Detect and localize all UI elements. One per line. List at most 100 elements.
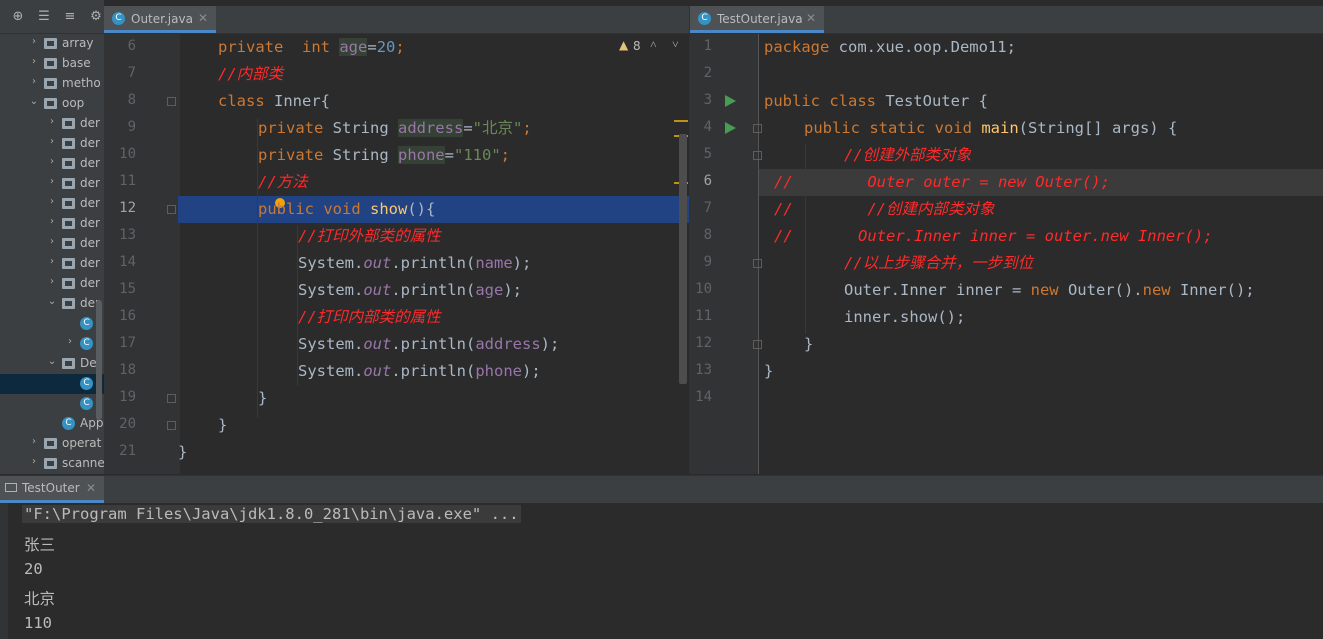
warning-icon[interactable]: ▲ <box>619 38 628 52</box>
code-line: public static void main(String[] args) { <box>804 119 1178 137</box>
line-number: 3 <box>703 92 712 108</box>
tree-item[interactable]: C <box>0 374 104 394</box>
tree-item[interactable]: ⌄ der <box>0 294 104 314</box>
tree-item-label: oop <box>62 96 85 110</box>
java-class-icon: C <box>698 12 711 25</box>
chevron-right-icon[interactable]: › <box>65 336 75 347</box>
tree-item[interactable]: › der <box>0 174 104 194</box>
tree-item[interactable]: › operat <box>0 434 104 454</box>
left-editor[interactable]: 6 7 8 9 10 11 12 13 14 15 16 17 18 19 20 21 ▲ 8 ˄ ˅ pri… <box>104 34 689 474</box>
chevron-right-icon[interactable]: › <box>47 176 57 187</box>
tree-item[interactable]: C <box>0 314 104 334</box>
chevron-right-icon[interactable]: › <box>47 276 57 287</box>
package-folder-icon <box>44 458 57 469</box>
editor-scrollbar[interactable] <box>679 134 687 384</box>
close-icon[interactable]: ✕ <box>806 11 816 25</box>
run-main-icon[interactable] <box>725 122 736 134</box>
chevron-right-icon[interactable]: › <box>47 216 57 227</box>
warning-stripe[interactable] <box>674 120 688 122</box>
chevron-down-icon[interactable]: ⌄ <box>47 296 57 307</box>
line-number: 11 <box>119 173 136 189</box>
tree-item[interactable]: › der <box>0 254 104 274</box>
line-number: 9 <box>703 254 712 270</box>
settings-gear-icon[interactable]: ⚙ <box>88 9 104 25</box>
right-editor-tabbar: C TestOuter.java ✕ <box>690 6 1323 34</box>
fold-icon[interactable] <box>753 340 762 349</box>
chevron-right-icon[interactable]: › <box>29 76 39 87</box>
tree-item-label: array <box>62 36 94 50</box>
chevron-right-icon[interactable]: › <box>47 236 57 247</box>
chevron-right-icon[interactable]: › <box>47 156 57 167</box>
tree-item[interactable]: › der <box>0 194 104 214</box>
chevron-down-icon[interactable]: ⌄ <box>29 96 39 107</box>
chevron-right-icon[interactable]: › <box>47 116 57 127</box>
tree-item[interactable]: › der <box>0 274 104 294</box>
run-class-icon[interactable] <box>725 95 736 107</box>
code-line: class Inner{ <box>218 92 330 110</box>
chevron-right-icon[interactable]: › <box>47 136 57 147</box>
java-class-icon: C <box>80 377 93 390</box>
tree-item[interactable]: ⌄ oop <box>0 94 104 114</box>
console-line: 张三 <box>24 536 56 554</box>
java-class-icon: C <box>112 12 125 25</box>
fold-icon[interactable] <box>167 97 176 106</box>
chevron-up-icon[interactable]: ˄ <box>650 37 657 52</box>
chevron-down-icon[interactable]: ˅ <box>672 37 679 52</box>
chevron-right-icon[interactable]: › <box>47 196 57 207</box>
tree-item[interactable]: › base <box>0 54 104 74</box>
code-line: System.out.println(address); <box>298 335 560 353</box>
chevron-right-icon[interactable]: › <box>29 456 39 467</box>
line-number: 7 <box>127 65 136 81</box>
warning-count: 8 <box>633 39 641 53</box>
tree-item[interactable]: › C <box>0 334 104 354</box>
tree-item[interactable]: ⌄ De <box>0 354 104 374</box>
comment-line: // //创建内部类对象 <box>774 200 995 218</box>
code-line: public class TestOuter { <box>764 92 988 110</box>
comment-line: //以上步骤合并，一步到位 <box>844 254 1034 272</box>
close-icon[interactable]: ✕ <box>86 481 96 495</box>
project-scrollbar[interactable] <box>96 300 102 420</box>
expand-all-icon[interactable]: ☰ <box>36 9 52 25</box>
package-folder-icon <box>62 258 75 269</box>
locate-icon[interactable]: ⊕ <box>10 9 26 25</box>
project-toolbar: ⊕ ☰ ≡ ⚙ <box>0 0 104 34</box>
right-editor[interactable]: 1 2 3 4 5 6 7 8 9 10 11 12 13 14 package com.xue.oop.… <box>690 34 1323 474</box>
fold-icon[interactable] <box>167 205 176 214</box>
chevron-right-icon[interactable]: › <box>29 436 39 447</box>
line-number: 19 <box>119 389 136 405</box>
tree-item[interactable]: › der <box>0 154 104 174</box>
tree-item[interactable]: › der <box>0 114 104 134</box>
java-class-icon: C <box>80 397 93 410</box>
collapse-all-icon[interactable]: ≡ <box>62 9 78 25</box>
code-line: inner.show(); <box>844 308 966 326</box>
tab-run-testouter[interactable]: TestOuter ✕ <box>0 476 104 503</box>
tree-item[interactable]: › der <box>0 134 104 154</box>
tab-label: Outer.java <box>131 12 193 26</box>
tree-item[interactable]: › metho <box>0 74 104 94</box>
tree-item-label: base <box>62 56 91 70</box>
tree-item[interactable]: › der <box>0 234 104 254</box>
fold-icon[interactable] <box>167 394 176 403</box>
tree-item[interactable]: › scanne <box>0 454 104 474</box>
code-line: Outer.Inner inner = new Outer().new Inne… <box>844 281 1255 299</box>
fold-icon[interactable] <box>753 151 762 160</box>
close-icon[interactable]: ✕ <box>198 11 208 25</box>
fold-icon[interactable] <box>167 421 176 430</box>
tree-item[interactable]: › der <box>0 214 104 234</box>
console-output[interactable]: "F:\Program Files\Java\jdk1.8.0_281\bin\… <box>0 503 1323 639</box>
line-number: 10 <box>695 281 712 297</box>
chevron-right-icon[interactable]: › <box>29 56 39 67</box>
tree-item[interactable]: › array <box>0 34 104 54</box>
tab-testouter-java[interactable]: C TestOuter.java ✕ <box>690 6 824 33</box>
fold-icon[interactable] <box>753 124 762 133</box>
tree-item[interactable]: C <box>0 394 104 414</box>
fold-icon[interactable] <box>753 259 762 268</box>
chevron-down-icon[interactable]: ⌄ <box>47 356 57 367</box>
code-line: private int age=20; <box>218 38 405 56</box>
chevron-right-icon[interactable]: › <box>29 36 39 47</box>
tab-outer-java[interactable]: C Outer.java ✕ <box>104 6 216 33</box>
package-folder-icon <box>62 118 75 129</box>
chevron-right-icon[interactable]: › <box>47 256 57 267</box>
console-line: 110 <box>24 614 52 632</box>
tree-item[interactable]: C App <box>0 414 104 434</box>
